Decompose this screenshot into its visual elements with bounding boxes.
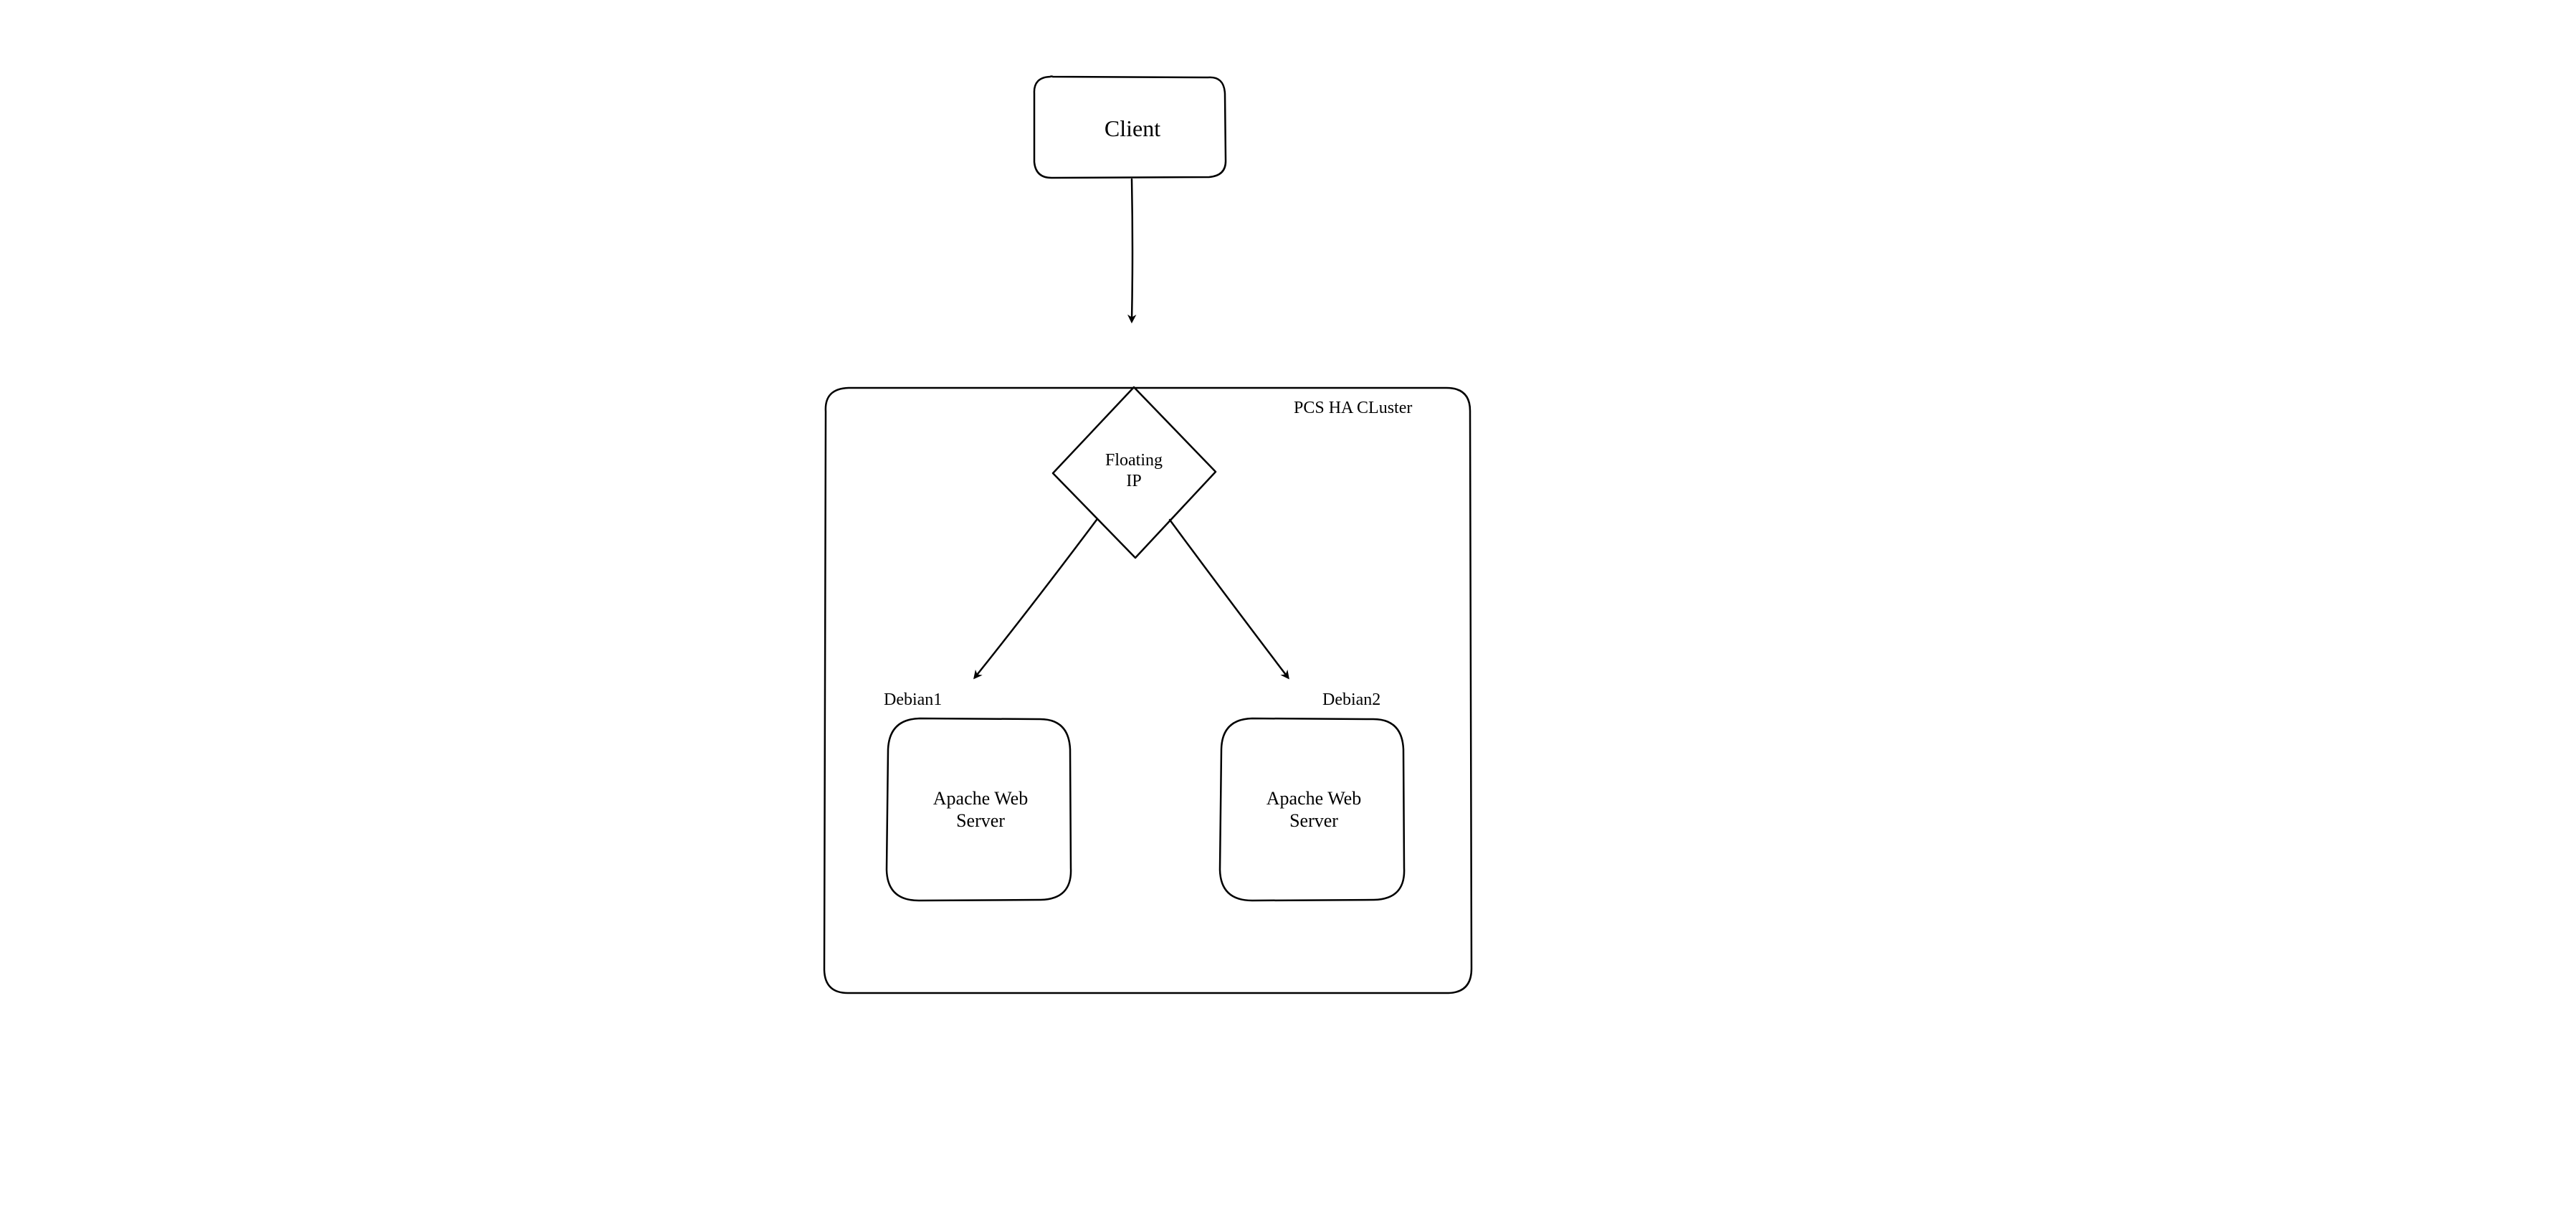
- debian2-server-label: Apache Web Server: [1242, 787, 1385, 832]
- floating-ip-label: Floating IP: [1091, 450, 1177, 492]
- debian1-server-label: Apache Web Server: [909, 787, 1052, 832]
- diagram-svg: [0, 0, 2576, 1216]
- arrow-fip-to-debian2: [1170, 520, 1288, 678]
- debian2-label: Debian2: [1322, 690, 1408, 711]
- debian1-label: Debian1: [884, 690, 970, 711]
- cluster-label: PCS HA CLuster: [1294, 398, 1459, 419]
- arrow-fip-to-debian1: [975, 520, 1097, 678]
- client-label: Client: [1086, 115, 1179, 142]
